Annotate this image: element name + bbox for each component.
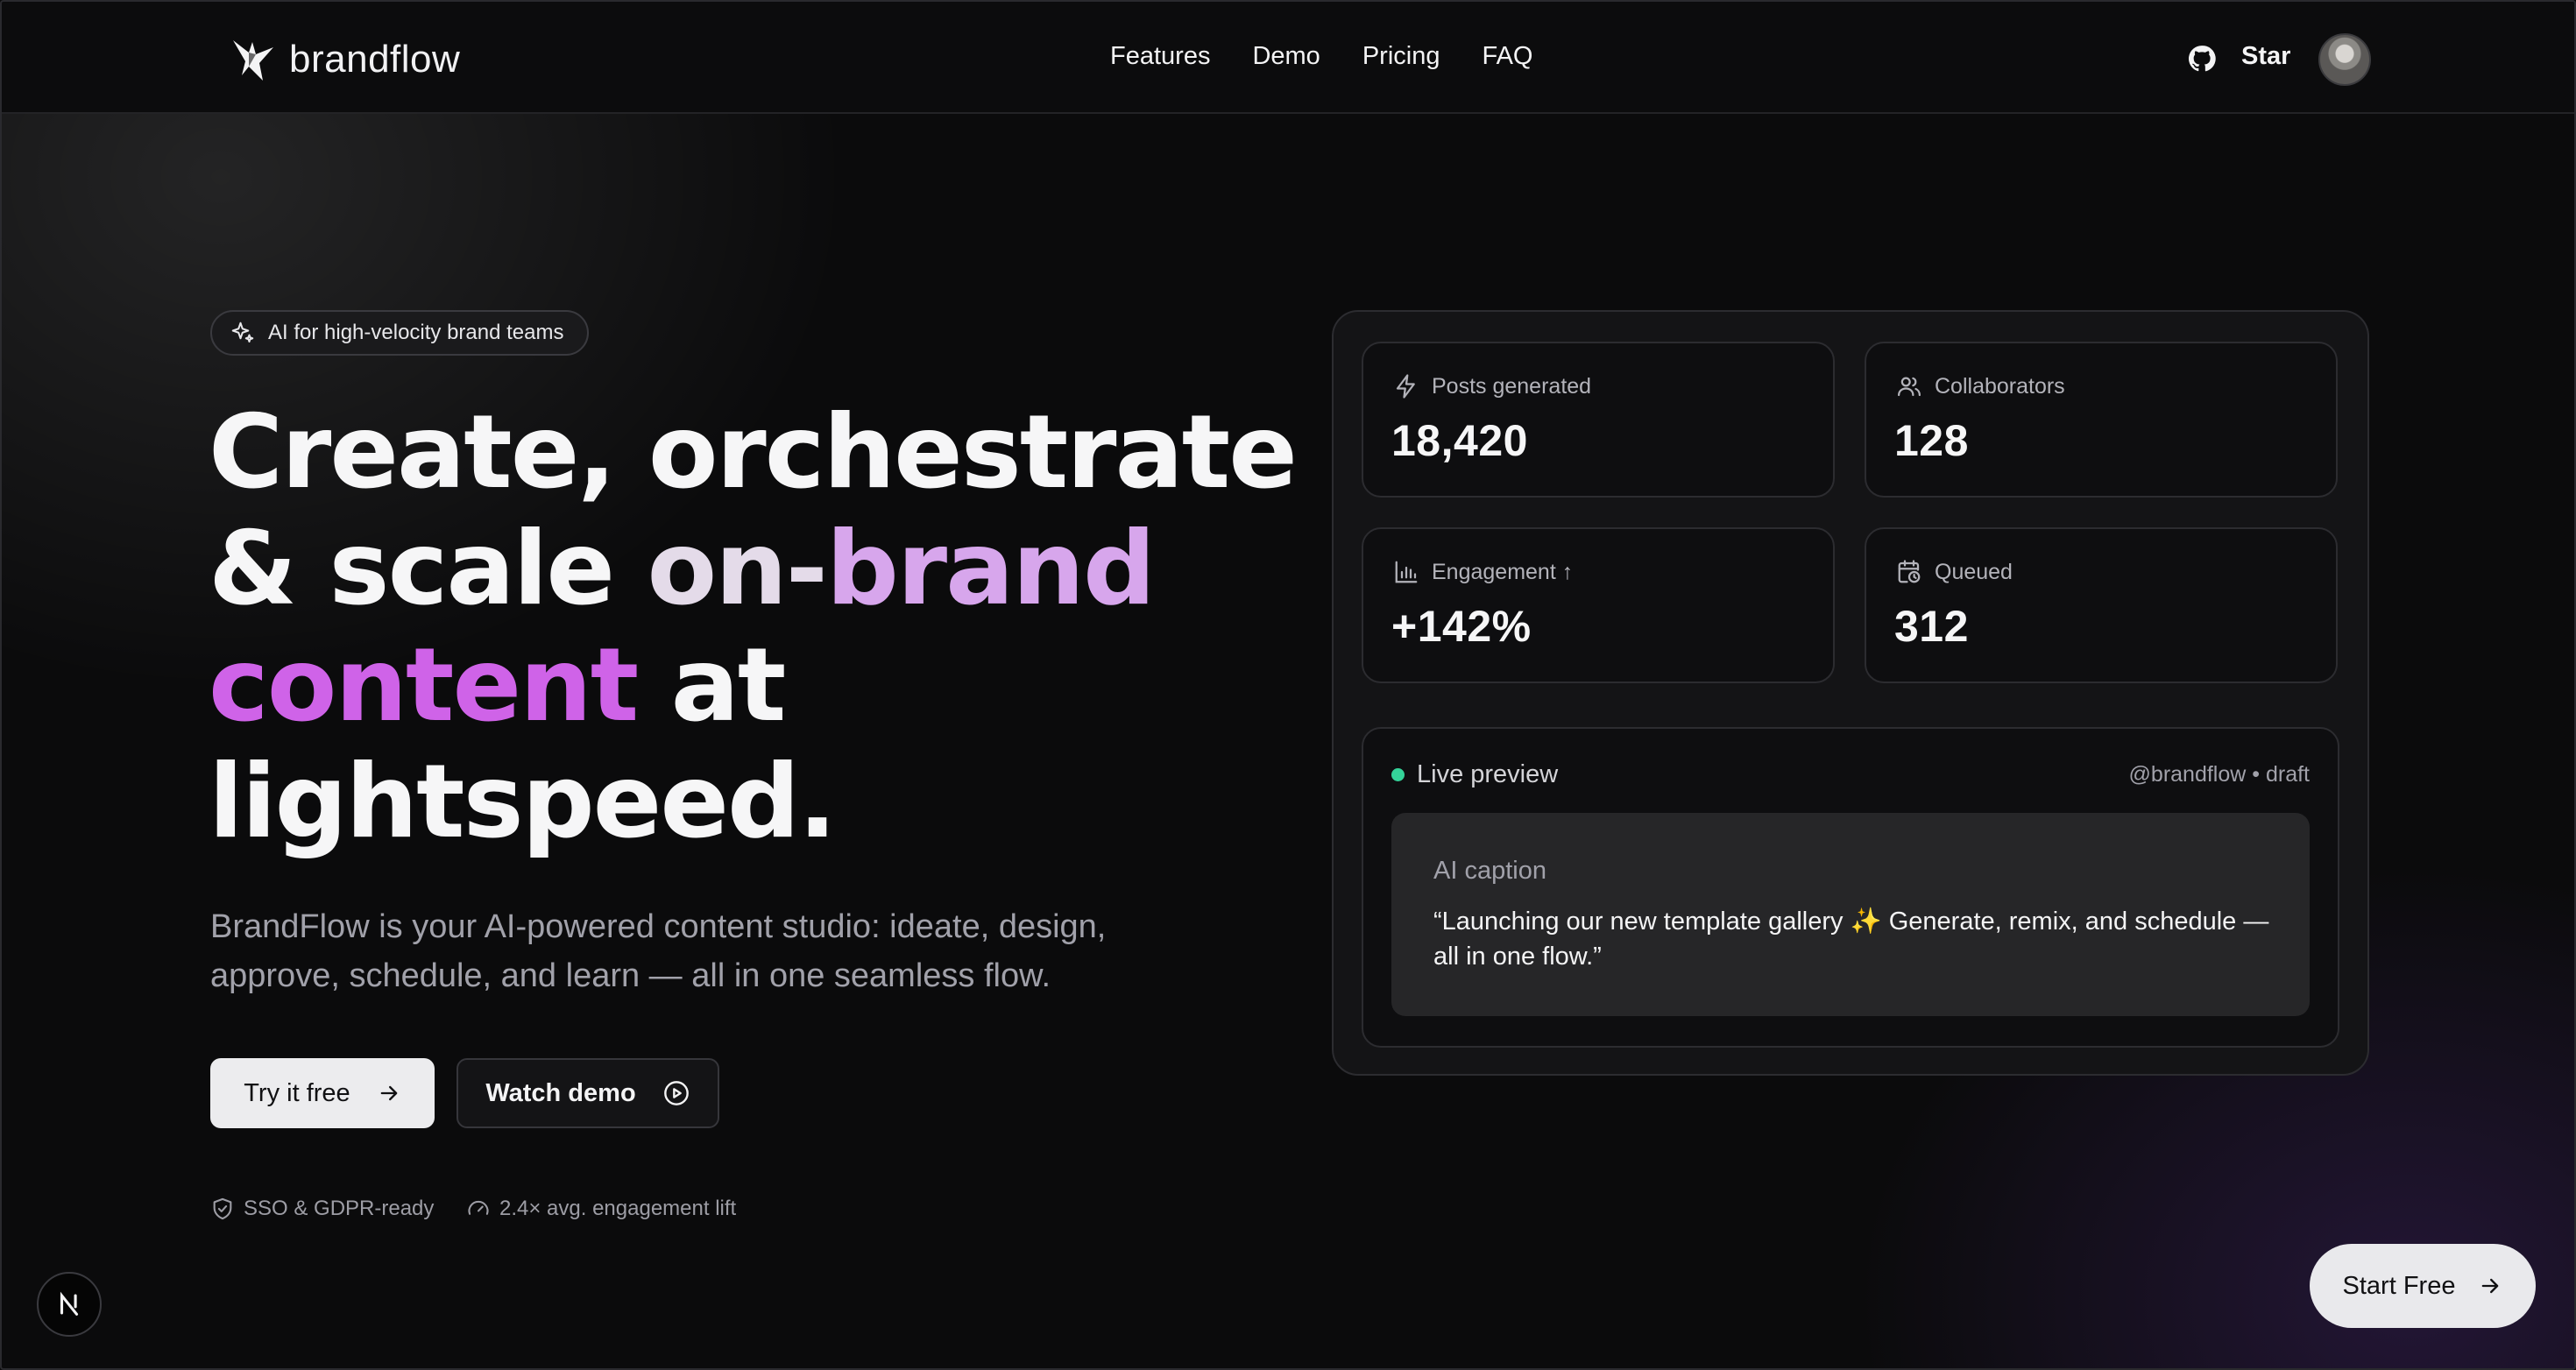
- preview-handle: @brandflow • draft: [2128, 762, 2310, 787]
- try-free-label: Try it free: [244, 1078, 350, 1107]
- trust-engagement-label: 2.4× avg. engagement lift: [499, 1197, 737, 1220]
- hero-subtitle: BrandFlow is your AI-powered content stu…: [210, 908, 1107, 994]
- ai-caption-box: AI caption “Launching our new template g…: [1391, 813, 2310, 1016]
- calendar-clock-icon: [1898, 560, 1921, 583]
- watch-demo-label: Watch demo: [485, 1078, 636, 1107]
- arrow-right-icon: [380, 1085, 398, 1101]
- hero-badge-label: AI for high-velocity brand teams: [268, 321, 564, 344]
- stat-engagement-label-row: Engagement ↑: [1393, 559, 1573, 585]
- stat-queued-label-row: Queued: [1896, 559, 2013, 585]
- stat-value: +142%: [1391, 602, 1532, 651]
- stat-collaborators-label-row: Collaborators: [1896, 373, 2065, 399]
- stat-posts-generated: Posts generated 18,420: [1362, 342, 1835, 498]
- trust-sso-label: SSO & GDPR-ready: [244, 1197, 435, 1220]
- avatar[interactable]: [2318, 33, 2371, 86]
- nav-demo[interactable]: Demo: [1252, 42, 1320, 71]
- live-preview-card: Live preview @brandflow • draft AI capti…: [1362, 727, 2339, 1048]
- stat-label: Collaborators: [1935, 373, 2065, 399]
- sparkles-icon: [231, 321, 254, 342]
- headline-line-2-plain: & scale: [209, 510, 648, 628]
- nav-pricing[interactable]: Pricing: [1362, 42, 1440, 71]
- ai-caption-title: AI caption: [1433, 857, 1546, 885]
- logo-text: brandflow: [289, 38, 461, 81]
- logo-bird-icon: [233, 40, 273, 81]
- github-star-button[interactable]: Star: [2241, 42, 2290, 71]
- gauge-icon: [468, 1200, 489, 1215]
- shield-check-icon: [213, 1197, 232, 1220]
- stat-value: 128: [1894, 416, 1969, 465]
- stat-collaborators: Collaborators 128: [1865, 342, 2338, 498]
- page-frame: brandflow Features Demo Pricing FAQ Star…: [0, 0, 2576, 1370]
- trust-sso: SSO & GDPR-ready: [210, 1197, 434, 1221]
- headline-line-4: lightspeed.: [209, 743, 837, 861]
- headline-gradient-on: on-: [647, 510, 827, 628]
- top-nav: brandflow Features Demo Pricing FAQ Star: [2, 2, 2574, 114]
- play-circle-icon: [663, 1081, 689, 1105]
- headline-gradient-content: content: [209, 626, 639, 745]
- nav-features[interactable]: Features: [1110, 42, 1210, 71]
- live-preview-header: Live preview: [1391, 760, 1558, 789]
- hero-badge: AI for high-velocity brand teams: [210, 310, 589, 356]
- hero-headline: Create, orchestrate & scale on-brand con…: [209, 394, 1313, 860]
- stat-value: 18,420: [1391, 416, 1528, 465]
- live-status-dot: [1391, 768, 1405, 781]
- watch-demo-button[interactable]: Watch demo: [456, 1058, 719, 1128]
- stat-label: Queued: [1935, 559, 2013, 584]
- arrow-right-icon: [2482, 1278, 2499, 1294]
- stat-posts-label-row: Posts generated: [1393, 373, 1591, 399]
- dashboard-card: Posts generated 18,420 Collaborators 128…: [1332, 310, 2369, 1076]
- live-preview-title: Live preview: [1417, 760, 1559, 788]
- nextjs-logo-icon: [60, 1291, 79, 1316]
- stat-label: Engagement ↑: [1432, 559, 1574, 584]
- start-free-button[interactable]: Start Free: [2310, 1244, 2536, 1328]
- nextjs-devtools-button[interactable]: [37, 1272, 102, 1337]
- stat-engagement: Engagement ↑ +142%: [1362, 527, 1835, 683]
- nav-links: Features Demo Pricing FAQ: [1110, 42, 1532, 71]
- headline-line-1: Create, orchestrate: [209, 393, 1298, 512]
- try-free-button[interactable]: Try it free: [210, 1058, 435, 1128]
- ai-caption-text: “Launching our new template gallery ✨ Ge…: [1433, 907, 2269, 971]
- stat-queued: Queued 312: [1865, 527, 2338, 683]
- users-icon: [1898, 377, 1921, 397]
- start-free-label: Start Free: [2342, 1271, 2456, 1300]
- stat-label: Posts generated: [1432, 373, 1592, 399]
- headline-line-3-plain: at: [637, 626, 787, 745]
- nav-faq[interactable]: FAQ: [1482, 42, 1532, 71]
- headline-gradient-brand: brand: [825, 510, 1156, 628]
- trust-engagement: 2.4× avg. engagement lift: [466, 1197, 736, 1221]
- bolt-icon: [1396, 374, 1415, 399]
- github-icon[interactable]: [2187, 44, 2217, 74]
- bar-chart-icon: [1395, 561, 1418, 583]
- stat-value: 312: [1894, 602, 1969, 651]
- brand-logo[interactable]: brandflow: [230, 37, 460, 82]
